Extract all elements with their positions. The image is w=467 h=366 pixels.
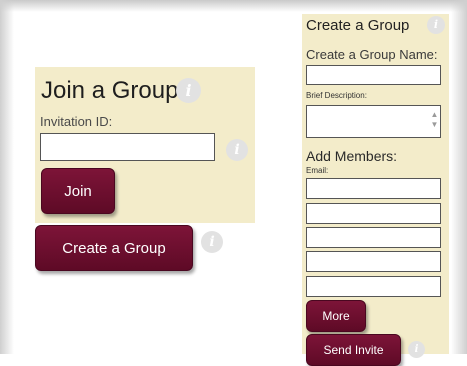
frame-shadow-top: [0, 0, 467, 12]
create-group-title: Create a Group: [306, 17, 410, 34]
email-input-2[interactable]: [306, 203, 441, 224]
more-button[interactable]: More: [306, 300, 366, 332]
info-icon[interactable]: i: [408, 341, 425, 358]
page-frame: Join a Group i Invitation ID: i Join Cre…: [0, 0, 467, 366]
email-input-4[interactable]: [306, 251, 441, 272]
join-group-panel: Join a Group i Invitation ID: i Join: [35, 67, 255, 223]
info-icon[interactable]: i: [226, 139, 248, 161]
brief-description-input[interactable]: [306, 105, 441, 138]
group-name-label: Create a Group Name:: [306, 47, 438, 62]
invitation-id-label: Invitation ID:: [40, 114, 113, 129]
join-button[interactable]: Join: [41, 168, 115, 214]
add-members-label: Add Members:: [306, 148, 398, 164]
email-input-1[interactable]: [306, 178, 441, 199]
brief-description-label: Brief Description:: [306, 91, 367, 100]
email-input-5[interactable]: [306, 276, 441, 297]
info-icon[interactable]: i: [176, 78, 201, 103]
invitation-id-input[interactable]: [40, 133, 215, 161]
frame-shadow-left: [0, 0, 14, 354]
email-input-3[interactable]: [306, 227, 441, 248]
scroll-arrows-icon[interactable]: ▲ ▼: [430, 110, 439, 134]
group-name-input[interactable]: [306, 65, 441, 85]
info-icon[interactable]: i: [201, 231, 223, 253]
send-invite-button[interactable]: Send Invite: [306, 334, 401, 366]
email-label: Email:: [306, 166, 329, 175]
create-group-panel: Create a Group i Create a Group Name: Br…: [302, 14, 449, 366]
frame-shadow-right: [451, 0, 467, 354]
create-group-button[interactable]: Create a Group: [35, 225, 193, 271]
info-icon[interactable]: i: [427, 16, 445, 34]
join-group-title: Join a Group: [41, 77, 179, 104]
